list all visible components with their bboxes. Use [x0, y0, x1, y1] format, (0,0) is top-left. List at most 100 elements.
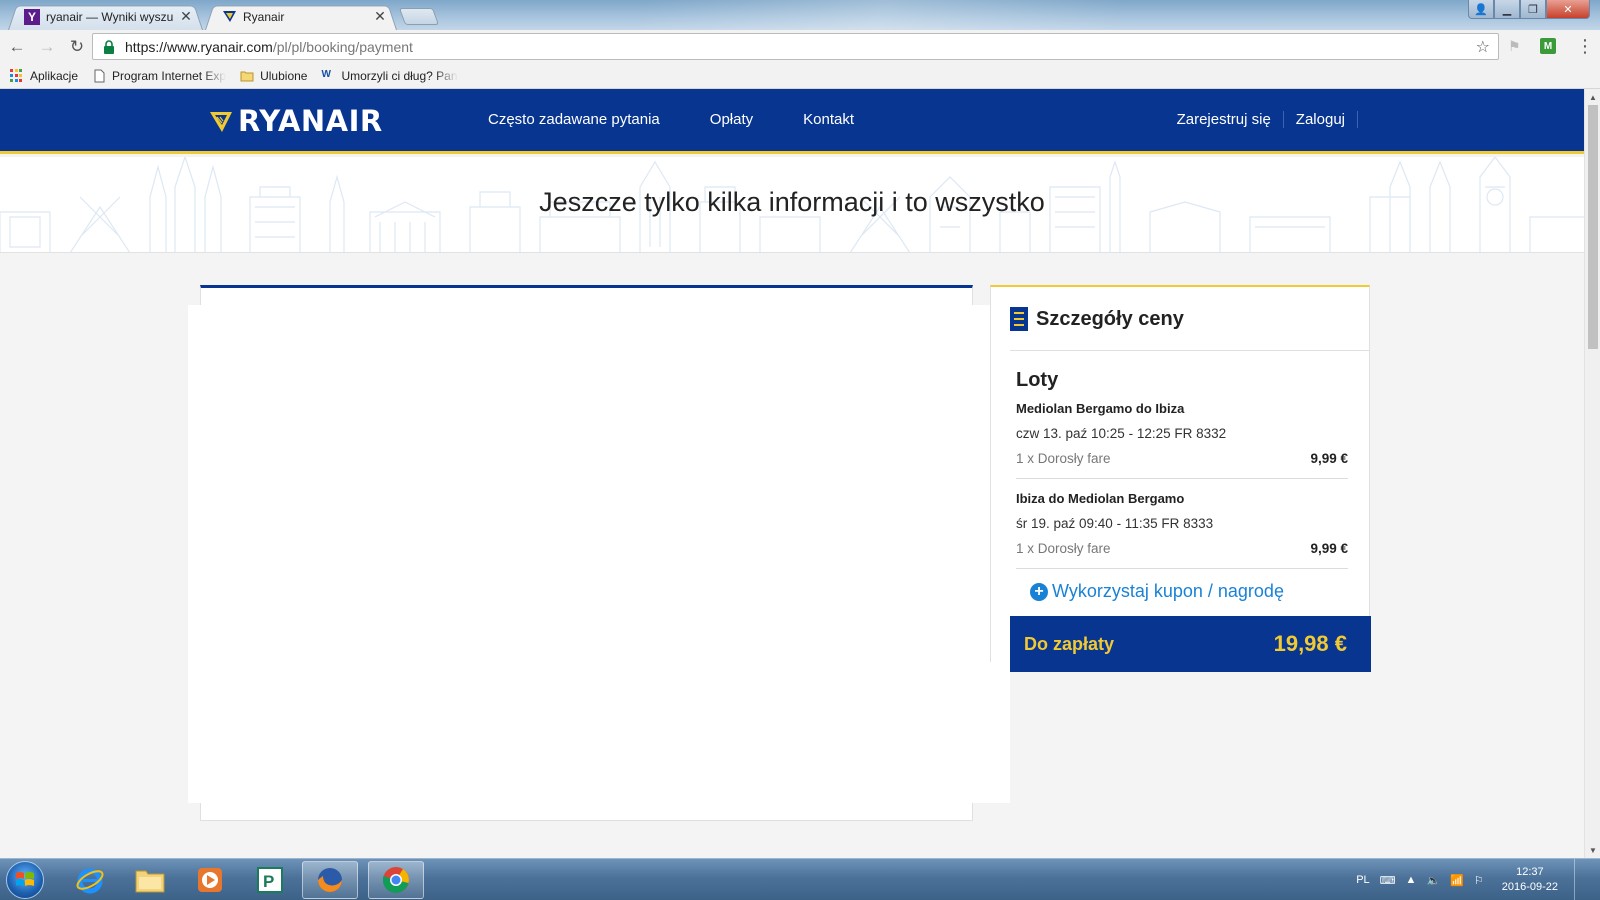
nav-fees[interactable]: Opłaty — [710, 111, 753, 128]
taskbar-internet-explorer[interactable] — [62, 861, 118, 899]
main-nav: Często zadawane pytania Opłaty Kontakt — [488, 111, 854, 128]
bookmark-label: Aplikacje — [30, 68, 79, 83]
folder-icon — [135, 870, 165, 893]
scrollbar-thumb[interactable] — [1588, 105, 1598, 349]
taskbar-file-explorer[interactable] — [122, 861, 178, 899]
tab-ryanair[interactable]: Ryanair ✕ — [205, 3, 397, 31]
taskbar-firefox[interactable] — [302, 861, 358, 899]
user-profile-icon[interactable]: 👤 — [1468, 0, 1494, 19]
extension-icon[interactable]: ⚑ — [1508, 38, 1524, 54]
windows-logo-icon — [16, 872, 34, 886]
bookmark-apps[interactable]: Aplikacje — [10, 68, 79, 83]
publisher-icon: P — [257, 867, 283, 893]
wp-favicon-icon: W — [321, 68, 331, 80]
network-icon[interactable]: 📶 — [1450, 874, 1464, 887]
clock-time: 12:37 — [1516, 866, 1544, 878]
flight-route: Ibiza do Mediolan Bergamo — [1016, 491, 1185, 506]
action-center-flag-icon[interactable]: ⚐ — [1474, 874, 1484, 887]
scroll-down-arrow-icon[interactable]: ▼ — [1585, 842, 1600, 858]
close-tab-icon[interactable]: ✕ — [373, 8, 387, 25]
flight-time: czw 13. paź 10:25 - 12:25 FR 8332 — [1016, 426, 1227, 441]
start-button[interactable] — [6, 861, 44, 899]
bookmark-star-icon[interactable]: ☆ — [1476, 37, 1490, 57]
browser-menu-icon[interactable]: ⋮ — [1576, 36, 1594, 56]
minimize-button[interactable]: ▁ — [1494, 0, 1520, 19]
use-coupon-link[interactable]: + Wykorzystaj kupon / nagrodę — [1030, 581, 1348, 602]
volume-icon[interactable]: 🔈 — [1426, 874, 1440, 887]
show-desktop-button[interactable] — [1574, 859, 1588, 900]
bookmark-internet-explorer[interactable]: Program Internet Exp — [92, 69, 226, 83]
media-player-icon — [198, 868, 222, 892]
scroll-up-arrow-icon[interactable]: ▲ — [1585, 89, 1600, 105]
total-amount: 19,98 € — [1273, 631, 1347, 656]
ryanair-logo[interactable]: RYANAIR — [208, 104, 383, 138]
system-clock[interactable]: 12:37 2016-09-22 — [1502, 865, 1558, 895]
login-link[interactable]: Zaloguj — [1284, 111, 1358, 128]
flight-time: śr 19. paź 09:40 - 11:35 FR 8333 — [1016, 516, 1214, 531]
nav-contact[interactable]: Kontakt — [803, 111, 854, 128]
apps-grid-icon — [10, 68, 24, 83]
clock-date: 2016-09-22 — [1501, 881, 1558, 893]
browser-toolbar: ← → ↻ https://www.ryanair.com/pl/pl/book… — [0, 30, 1600, 63]
lock-icon — [104, 39, 114, 54]
page-title: Jeszcze tylko kilka informacji i to wszy… — [539, 187, 1045, 217]
flight-item-outbound: Mediolan Bergamo do Ibiza czw 13. paź 10… — [1016, 401, 1348, 479]
taskbar-media-player[interactable] — [182, 861, 238, 899]
tab-title: ryanair — Wyniki wyszuk — [46, 9, 173, 24]
hero-banner: Jeszcze tylko kilka informacji i to wszy… — [0, 157, 1584, 253]
taskbar-chrome[interactable] — [368, 861, 424, 899]
register-link[interactable]: Zarejestruj się — [1165, 111, 1284, 128]
page-viewport: RYANAIR Często zadawane pytania Opłaty K… — [0, 89, 1584, 858]
flight-item-return: Ibiza do Mediolan Bergamo śr 19. paź 09:… — [1016, 491, 1348, 569]
address-bar[interactable]: https://www.ryanair.com/pl/pl/booking/pa… — [92, 33, 1499, 60]
show-hidden-icons-icon[interactable]: ▲ — [1406, 874, 1417, 886]
plus-circle-icon: + — [1030, 582, 1048, 601]
reload-icon[interactable]: ↻ — [64, 34, 90, 60]
firefox-icon — [318, 868, 342, 892]
tab-title: Ryanair — [243, 9, 285, 24]
keyboard-icon[interactable]: ⌨ — [1380, 874, 1396, 887]
windows-taskbar: P PL ⌨ ▲ 🔈 📶 ⚐ 12:37 2016-09-22 — [0, 858, 1600, 900]
page-scrollbar[interactable]: ▲ ▼ — [1584, 89, 1600, 858]
close-window-button[interactable]: ✕ — [1546, 0, 1590, 19]
url-path: /pl/pl/booking/payment — [272, 38, 413, 55]
total-to-pay-bar: Do zapłaty 19,98 € — [1010, 616, 1371, 672]
tab-yahoo-search[interactable]: Y ryanair — Wyniki wyszuk ✕ — [8, 3, 203, 31]
svg-text:P: P — [263, 872, 274, 891]
yahoo-favicon-icon: Y — [24, 8, 40, 25]
price-details-card: Szczegóły ceny Loty Mediolan Bergamo do … — [990, 285, 1370, 662]
coupon-label: Wykorzystaj kupon / nagrodę — [1052, 581, 1284, 601]
bookmark-umorzyli[interactable]: W Umorzyli ci dług? Pan — [321, 69, 457, 83]
fare-label: 1 x Dorosły fare — [1016, 451, 1111, 466]
back-arrow-icon[interactable]: ← — [4, 34, 30, 60]
close-tab-icon[interactable]: ✕ — [179, 8, 193, 25]
language-indicator[interactable]: PL — [1356, 874, 1369, 886]
bookmark-folder-ulubione[interactable]: Ulubione — [240, 69, 307, 83]
forward-arrow-icon[interactable]: → — [34, 34, 60, 60]
bookmark-label: Ulubione — [260, 68, 308, 83]
flight-route: Mediolan Bergamo do Ibiza — [1016, 401, 1185, 416]
bookmark-label: Program Internet Exp — [112, 68, 227, 83]
bookmarks-bar: Aplikacje Program Internet Exp Ulubione … — [0, 63, 1600, 89]
taskbar-publisher[interactable]: P — [242, 861, 298, 899]
logo-text: RYANAIR — [238, 104, 383, 138]
bookmark-label: Umorzyli ci dług? Pan — [341, 68, 458, 83]
ryanair-favicon-icon — [221, 9, 237, 25]
url-host: https://www.ryanair.com — [125, 38, 273, 55]
extension-green-icon[interactable]: M — [1540, 38, 1556, 54]
page-icon — [94, 69, 105, 82]
browser-tab-bar: Y ryanair — Wyniki wyszuk ✕ Ryanair ✕ 👤 … — [0, 0, 1600, 31]
fare-amount: 9,99 € — [1310, 451, 1348, 466]
system-tray: PL ⌨ ▲ 🔈 📶 ⚐ 12:37 2016-09-22 — [1356, 859, 1600, 900]
internet-explorer-icon — [76, 868, 104, 894]
folder-icon — [240, 71, 254, 81]
new-tab-button[interactable] — [398, 8, 440, 25]
account-nav: Zarejestruj się Zaloguj — [1165, 111, 1358, 128]
nav-faq[interactable]: Często zadawane pytania — [488, 111, 660, 128]
chrome-icon — [382, 867, 409, 893]
receipt-icon — [1010, 307, 1028, 331]
maximize-button[interactable]: ❐ — [1520, 0, 1546, 19]
price-details-title: Szczegóły ceny — [1036, 307, 1184, 330]
total-label: Do zapłaty — [1024, 633, 1115, 654]
form-loading-area — [188, 305, 1010, 803]
